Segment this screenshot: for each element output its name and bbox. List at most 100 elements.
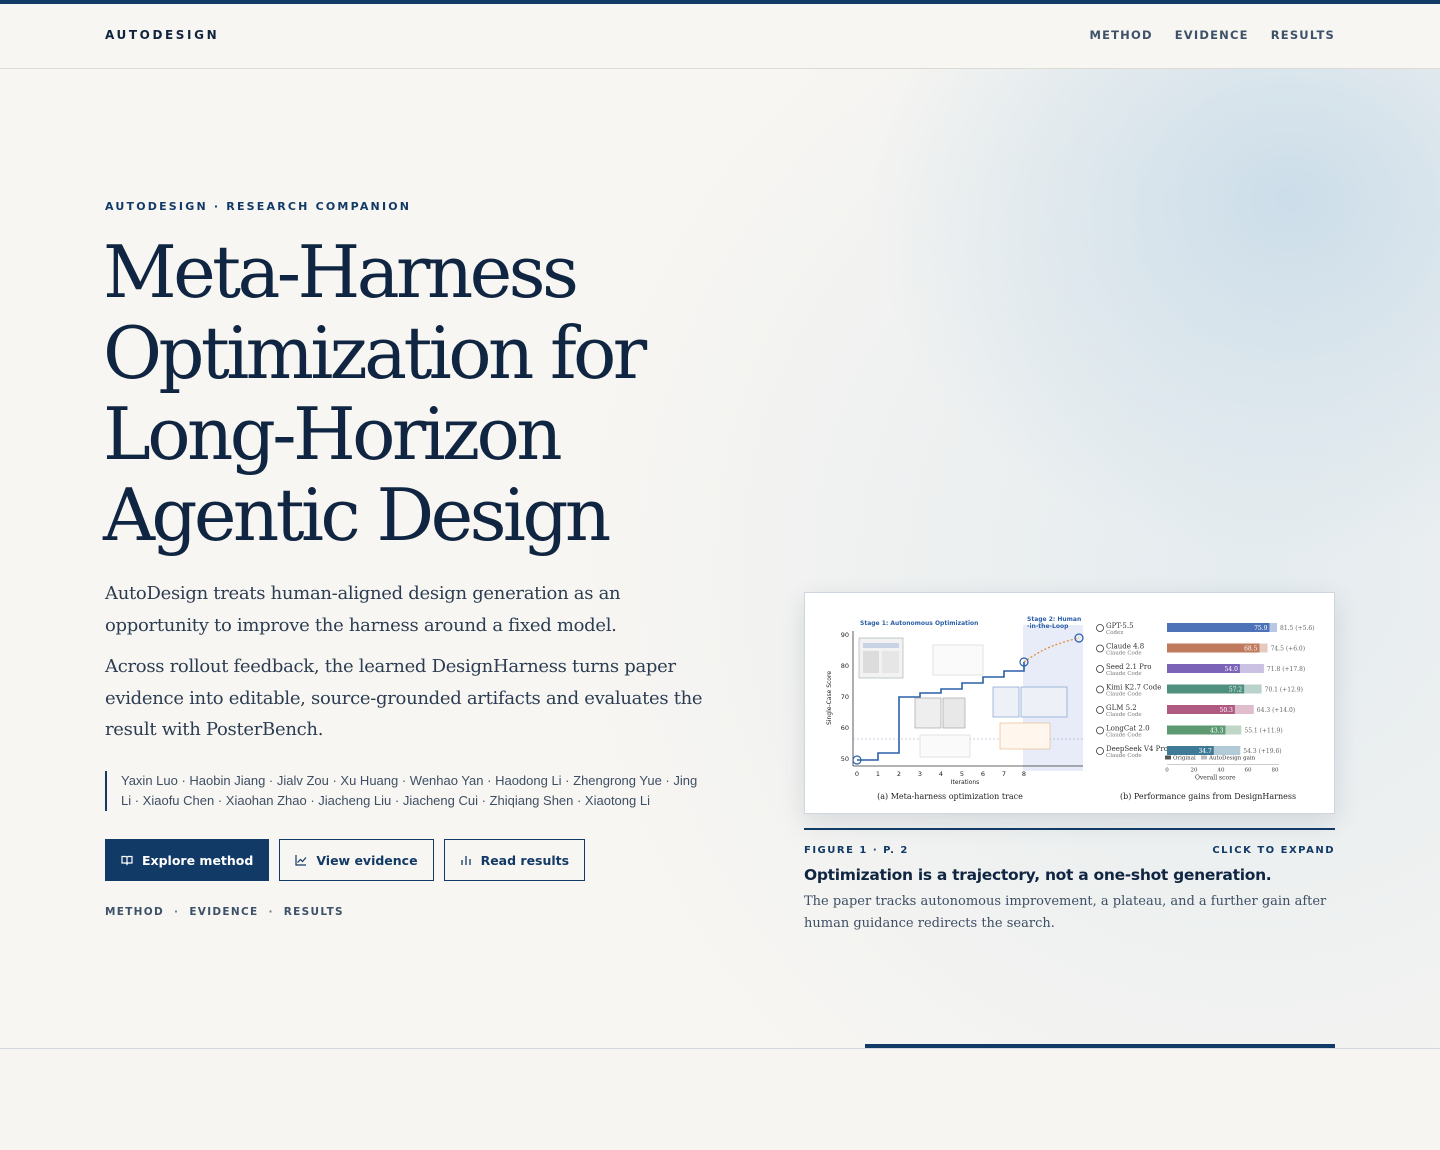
y-tick-label: 50	[841, 755, 849, 763]
x-tick-label: 0	[855, 770, 859, 778]
original-value-label: 57.2	[1229, 687, 1243, 694]
subnav-method[interactable]: METHOD	[105, 906, 164, 918]
section-subnav: METHOD · EVIDENCE · RESULTS	[105, 906, 344, 918]
original-value-label: 50.3	[1220, 707, 1234, 714]
y-tick-label: 80	[841, 662, 849, 670]
x-tick-label: 40	[1218, 768, 1225, 774]
agent-name-label: Claude Code	[1106, 671, 1142, 677]
brand-logo[interactable]: AUTODESIGN	[105, 28, 219, 42]
panel-a-caption: (a) Meta-harness optimization trace	[877, 792, 1023, 801]
total-value-label: 70.1 (+12.9)	[1265, 687, 1303, 694]
y-axis-label: Single-Case Score	[826, 671, 833, 725]
x-tick-label: 20	[1191, 768, 1198, 774]
thumbnail-block	[863, 651, 879, 673]
model-name-label: Seed 2.1 Pro	[1106, 663, 1151, 671]
x-tick-label: 80	[1272, 768, 1279, 774]
author-list: Yaxin Luo · Haobin Jiang · Jialv Zou · X…	[105, 771, 703, 811]
nav-results[interactable]: RESULTS	[1271, 28, 1335, 42]
page-title: Meta-Harness Optimization for Long-Horiz…	[103, 232, 743, 556]
gain-bar	[1225, 725, 1242, 735]
x-tick-label: 3	[918, 770, 922, 778]
read-results-button[interactable]: Read results	[443, 839, 586, 881]
line-chart-icon	[295, 855, 307, 866]
original-value-label: 75.9	[1254, 625, 1268, 632]
stage2-label: -in-the-Loop	[1027, 623, 1069, 630]
figure-image: Stage 1: Autonomous Optimization Stage 2…	[826, 616, 1315, 801]
model-name-label: Kimi K2.7 Code	[1106, 684, 1161, 692]
y-tick-label: 70	[841, 693, 849, 701]
stage1-label: Stage 1: Autonomous Optimization	[860, 620, 978, 627]
lede-paragraph: AutoDesign treats human-aligned design g…	[105, 583, 621, 636]
title-line: Meta-Harness	[103, 230, 579, 314]
figure-label: FIGURE 1 · P. 2	[804, 845, 909, 856]
gain-bar	[1244, 684, 1262, 694]
figure-rule	[804, 828, 1335, 830]
subnav-results[interactable]: RESULTS	[284, 906, 344, 918]
top-nav: METHOD EVIDENCE RESULTS	[1089, 28, 1335, 42]
x-tick-label: 5	[960, 770, 964, 778]
separator-dot: ·	[174, 906, 180, 918]
view-evidence-button[interactable]: View evidence	[279, 839, 434, 881]
x-tick-label: 8	[1022, 770, 1026, 778]
total-value-label: 81.5 (+5.6)	[1280, 625, 1315, 632]
nav-evidence[interactable]: EVIDENCE	[1175, 28, 1249, 42]
original-value-label: 43.3	[1210, 728, 1224, 735]
poster-thumbnail	[942, 697, 966, 729]
title-line: Agentic Design	[103, 473, 611, 557]
legend-label: Original	[1173, 756, 1196, 762]
model-name-label: Claude 4.8	[1106, 643, 1144, 651]
x-axis-label: Iterations	[951, 779, 980, 786]
legend-swatch	[1201, 755, 1207, 760]
legend-swatch	[1165, 755, 1171, 760]
agent-name-label: Claude Code	[1106, 712, 1142, 718]
thumbnail-block	[882, 651, 899, 673]
model-logo-icon	[1096, 685, 1104, 694]
hero-eyebrow: AUTODESIGN · RESEARCH COMPANION	[105, 200, 412, 213]
original-value-label: 68.5	[1244, 646, 1258, 653]
nav-method[interactable]: METHOD	[1089, 28, 1152, 42]
x-tick-label: 0	[1165, 768, 1169, 774]
x-tick-label: 4	[939, 770, 943, 778]
gain-bar	[1259, 643, 1268, 653]
x-axis-label: Overall score	[1195, 775, 1236, 782]
bar-chart-icon	[460, 856, 471, 865]
annotation-box	[932, 644, 984, 676]
agent-name-label: Claude Code	[1106, 692, 1142, 698]
cta-buttons: Explore method View evidence Read result…	[105, 839, 586, 881]
poster-thumbnail	[992, 686, 1020, 718]
original-value-label: 54.0	[1225, 666, 1239, 673]
original-value-label: 34.7	[1198, 748, 1212, 755]
poster-thumbnail	[914, 697, 942, 729]
figure-title: Optimization is a trajectory, not a one-…	[804, 866, 1272, 884]
figure-meta: FIGURE 1 · P. 2 CLICK TO EXPAND	[804, 845, 1335, 856]
explore-method-button[interactable]: Explore method	[105, 839, 270, 881]
model-logo-icon	[1096, 706, 1104, 714]
gain-bar	[1239, 664, 1264, 673]
separator-dot: ·	[268, 906, 274, 918]
site-header: AUTODESIGN METHOD EVIDENCE RESULTS	[0, 4, 1440, 69]
model-logo-icon	[1096, 726, 1104, 735]
stage2-label: Stage 2: Human	[1027, 616, 1081, 623]
agent-name-label: Claude Code	[1106, 753, 1142, 759]
agent-name-label: Codex	[1106, 630, 1124, 636]
annotation-box	[999, 722, 1051, 750]
subnav-evidence[interactable]: EVIDENCE	[189, 906, 258, 918]
legend-label: AutoDesign gain	[1208, 756, 1256, 762]
button-label: Explore method	[142, 852, 254, 868]
x-tick-label: 1	[876, 770, 880, 778]
agent-name-label: Claude Code	[1106, 651, 1142, 657]
y-tick-label: 90	[841, 631, 849, 639]
figure-thumbnail[interactable]: Stage 1: Autonomous Optimization Stage 2…	[804, 592, 1335, 814]
total-value-label: 71.8 (+17.8)	[1267, 666, 1305, 673]
agent-name-label: Claude Code	[1106, 733, 1142, 739]
total-value-label: 74.5 (+6.0)	[1271, 646, 1306, 653]
model-name-label: DeepSeek V4 Pro	[1106, 745, 1168, 753]
thumbnail-block	[863, 643, 899, 648]
annotation-box	[919, 734, 971, 758]
model-name-label: GLM 5.2	[1106, 704, 1137, 712]
lede-paragraph: Across rollout feedback, the learned Des…	[105, 656, 703, 740]
panel-b-caption: (b) Performance gains from DesignHarness	[1120, 792, 1296, 801]
expand-link[interactable]: CLICK TO EXPAND	[1212, 845, 1335, 856]
model-name-label: GPT-5.5	[1106, 622, 1134, 630]
x-tick-label: 6	[981, 770, 985, 778]
